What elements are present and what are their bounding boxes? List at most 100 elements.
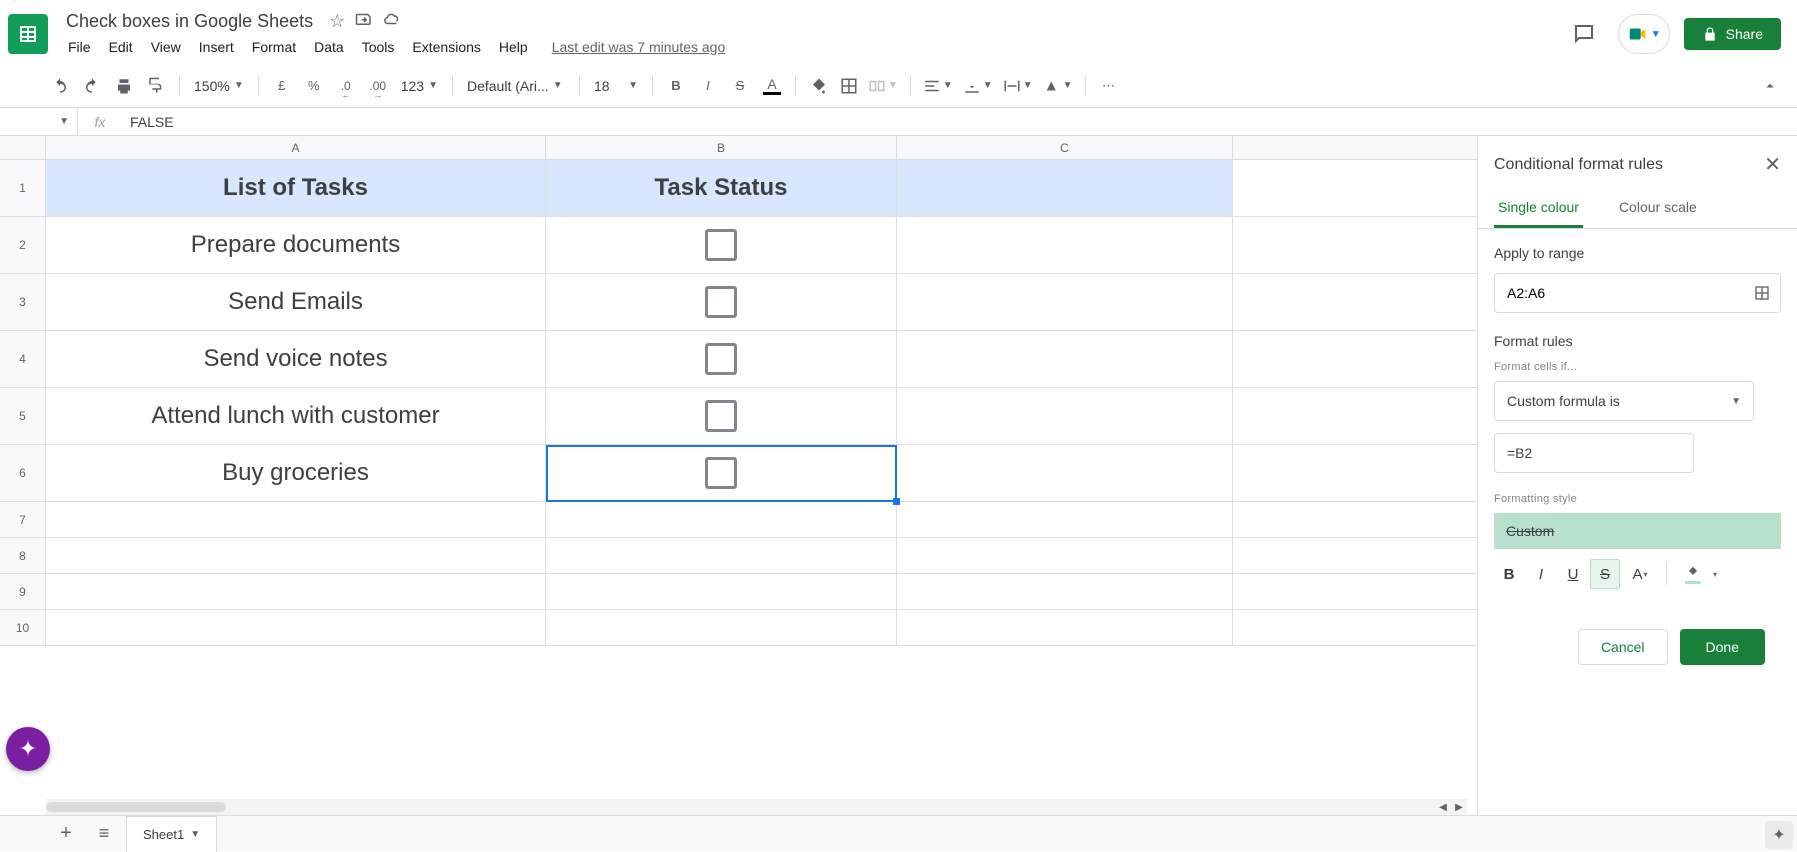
cell-task[interactable]: Buy groceries bbox=[46, 445, 546, 501]
horizontal-scrollbar[interactable]: ◀ ▶ bbox=[46, 799, 1467, 815]
cell[interactable] bbox=[897, 445, 1233, 501]
underline-style-icon[interactable]: U bbox=[1558, 559, 1588, 589]
cell-checkbox[interactable] bbox=[546, 274, 897, 330]
cell[interactable] bbox=[897, 217, 1233, 273]
cell-checkbox[interactable] bbox=[546, 217, 897, 273]
strikethrough-style-icon[interactable]: S bbox=[1590, 559, 1620, 589]
cell[interactable] bbox=[897, 274, 1233, 330]
document-title[interactable]: Check boxes in Google Sheets bbox=[60, 10, 319, 33]
more-icon[interactable]: ⋯ bbox=[1094, 71, 1124, 101]
formula-input[interactable]: FALSE bbox=[122, 114, 1797, 130]
cell[interactable] bbox=[546, 502, 897, 537]
cell[interactable] bbox=[897, 502, 1233, 537]
floating-action-icon[interactable]: ✦ bbox=[6, 727, 50, 771]
sheets-logo[interactable] bbox=[8, 14, 48, 54]
all-sheets-icon[interactable]: ≡ bbox=[88, 818, 120, 850]
range-input[interactable] bbox=[1495, 285, 1744, 301]
column-header-A[interactable]: A bbox=[46, 136, 546, 159]
zoom-select[interactable]: 150%▼ bbox=[188, 72, 250, 100]
row-header[interactable]: 7 bbox=[0, 502, 46, 538]
bold-style-icon[interactable]: B bbox=[1494, 559, 1524, 589]
redo-icon[interactable] bbox=[77, 71, 107, 101]
italic-style-icon[interactable]: I bbox=[1526, 559, 1556, 589]
cell[interactable] bbox=[897, 538, 1233, 573]
currency-icon[interactable]: £ bbox=[267, 71, 297, 101]
explore-icon[interactable]: ✦ bbox=[1765, 821, 1793, 849]
spreadsheet-grid[interactable]: A B C 1 2 3 4 5 6 7 8 9 10 List of Tasks… bbox=[0, 136, 1477, 815]
cell[interactable] bbox=[897, 574, 1233, 609]
text-wrap-icon[interactable]: ▼ bbox=[999, 71, 1037, 101]
add-sheet-icon[interactable]: + bbox=[50, 818, 82, 850]
borders-icon[interactable] bbox=[836, 71, 862, 101]
name-box[interactable]: ▼ bbox=[0, 108, 78, 135]
cell-task[interactable]: Send voice notes bbox=[46, 331, 546, 387]
merge-cells-icon[interactable]: ▼ bbox=[864, 71, 902, 101]
close-icon[interactable]: ✕ bbox=[1764, 152, 1781, 177]
cell[interactable] bbox=[897, 331, 1233, 387]
cell[interactable] bbox=[46, 574, 546, 609]
checkbox-icon[interactable] bbox=[705, 457, 737, 489]
cell-header-B[interactable]: Task Status bbox=[546, 160, 897, 216]
select-range-icon[interactable] bbox=[1744, 285, 1780, 301]
row-header[interactable]: 8 bbox=[0, 538, 46, 574]
checkbox-icon[interactable] bbox=[705, 400, 737, 432]
menu-file[interactable]: File bbox=[60, 35, 99, 59]
menu-tools[interactable]: Tools bbox=[354, 35, 403, 59]
cell[interactable] bbox=[897, 388, 1233, 444]
sheet-tab[interactable]: Sheet1 ▼ bbox=[126, 816, 217, 852]
fill-color-style-icon[interactable] bbox=[1675, 559, 1711, 589]
last-edit-link[interactable]: Last edit was 7 minutes ago bbox=[552, 39, 726, 55]
scroll-left-icon[interactable]: ◀ bbox=[1435, 799, 1451, 815]
move-icon[interactable] bbox=[355, 10, 373, 33]
formula-value-input[interactable]: =B2 bbox=[1494, 433, 1694, 473]
cell[interactable] bbox=[546, 610, 897, 645]
row-header[interactable]: 3 bbox=[0, 274, 46, 331]
bold-icon[interactable]: B bbox=[661, 71, 691, 101]
column-header-C[interactable]: C bbox=[897, 136, 1233, 159]
row-header[interactable]: 1 bbox=[0, 160, 46, 217]
row-header[interactable]: 4 bbox=[0, 331, 46, 388]
cell-task[interactable]: Send Emails bbox=[46, 274, 546, 330]
cloud-status-icon[interactable] bbox=[383, 10, 401, 33]
row-header[interactable]: 10 bbox=[0, 610, 46, 646]
increase-decimal-icon[interactable]: .00→ bbox=[363, 71, 393, 101]
cell[interactable] bbox=[46, 610, 546, 645]
menu-format[interactable]: Format bbox=[244, 35, 304, 59]
text-rotation-icon[interactable]: ▼ bbox=[1039, 71, 1077, 101]
undo-icon[interactable] bbox=[45, 71, 75, 101]
style-preview[interactable]: Custom bbox=[1494, 513, 1781, 549]
menu-data[interactable]: Data bbox=[306, 35, 352, 59]
done-button[interactable]: Done bbox=[1680, 629, 1765, 665]
row-header[interactable]: 9 bbox=[0, 574, 46, 610]
print-icon[interactable] bbox=[109, 71, 139, 101]
cell-checkbox[interactable] bbox=[546, 388, 897, 444]
italic-icon[interactable]: I bbox=[693, 71, 723, 101]
cell[interactable] bbox=[546, 538, 897, 573]
row-header[interactable]: 2 bbox=[0, 217, 46, 274]
font-select[interactable]: Default (Ari...▼ bbox=[461, 72, 571, 100]
cancel-button[interactable]: Cancel bbox=[1578, 629, 1668, 665]
scroll-right-icon[interactable]: ▶ bbox=[1451, 799, 1467, 815]
checkbox-icon[interactable] bbox=[705, 229, 737, 261]
tab-single-colour[interactable]: Single colour bbox=[1494, 189, 1583, 228]
cell[interactable] bbox=[897, 610, 1233, 645]
tab-colour-scale[interactable]: Colour scale bbox=[1615, 189, 1701, 228]
menu-view[interactable]: View bbox=[143, 35, 189, 59]
cell-task[interactable]: Prepare documents bbox=[46, 217, 546, 273]
cell[interactable] bbox=[46, 538, 546, 573]
number-format-select[interactable]: 123▼ bbox=[395, 72, 444, 100]
decrease-decimal-icon[interactable]: .0← bbox=[331, 71, 361, 101]
select-all-corner[interactable] bbox=[0, 136, 46, 159]
scroll-thumb[interactable] bbox=[46, 802, 226, 812]
menu-edit[interactable]: Edit bbox=[101, 35, 141, 59]
cell[interactable] bbox=[46, 502, 546, 537]
cell[interactable] bbox=[897, 160, 1233, 216]
checkbox-icon[interactable] bbox=[705, 286, 737, 318]
checkbox-icon[interactable] bbox=[705, 343, 737, 375]
condition-select[interactable]: Custom formula is ▼ bbox=[1494, 381, 1754, 421]
row-header[interactable]: 6 bbox=[0, 445, 46, 502]
cell[interactable] bbox=[546, 574, 897, 609]
cell-task[interactable]: Attend lunch with customer bbox=[46, 388, 546, 444]
cell-checkbox[interactable] bbox=[546, 331, 897, 387]
cell-header-A[interactable]: List of Tasks bbox=[46, 160, 546, 216]
